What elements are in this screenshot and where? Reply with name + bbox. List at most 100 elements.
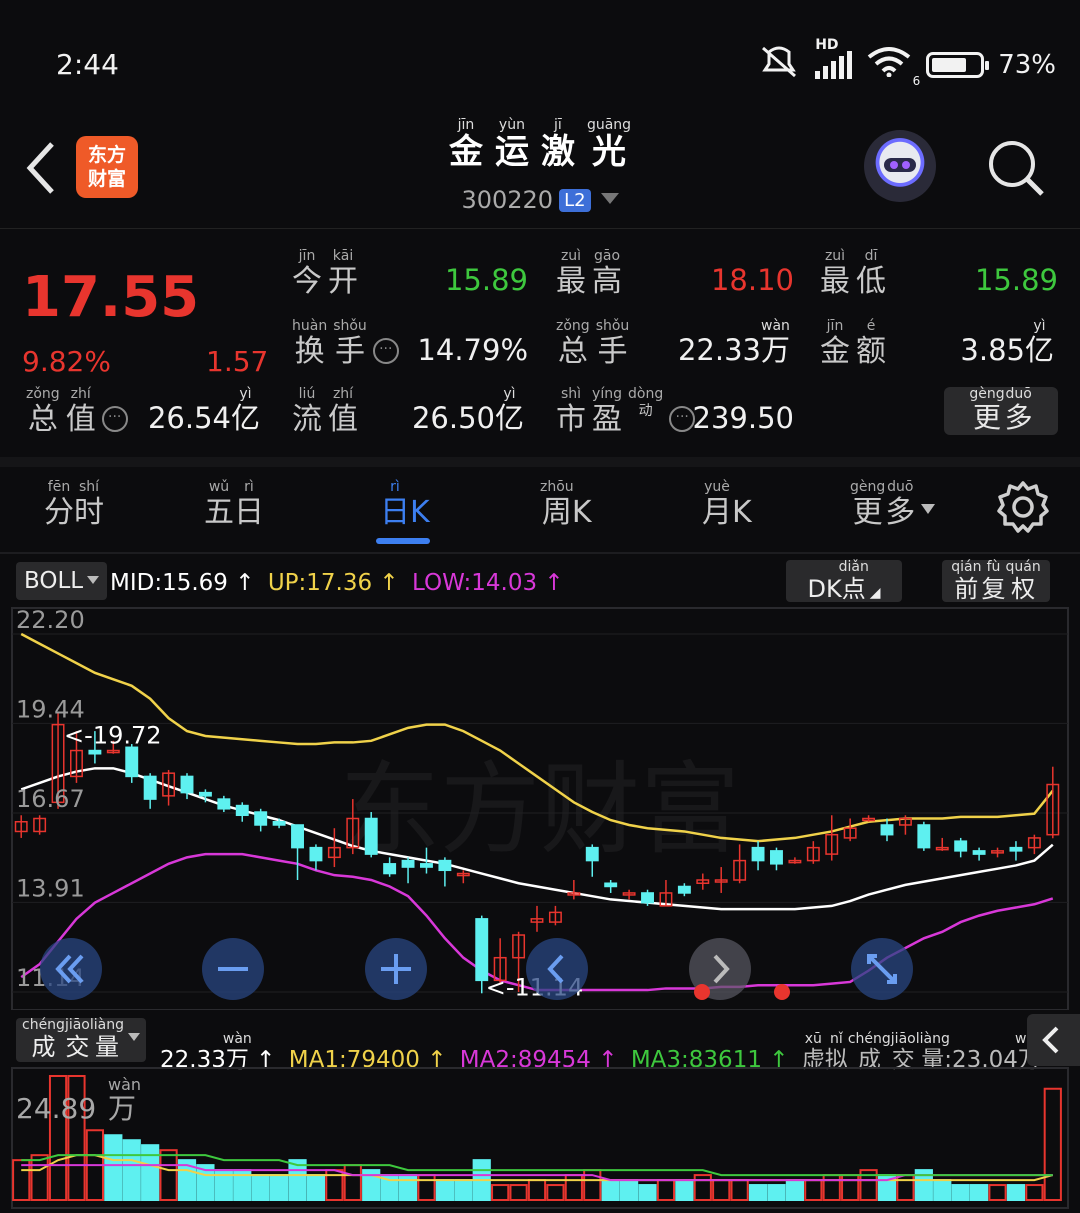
ruby-char: 市shì [556, 386, 586, 437]
reset-zoom-button[interactable] [851, 938, 913, 1000]
ruby-char: 低dī [856, 248, 886, 299]
tab-suffix: K [410, 495, 430, 530]
ruby-char: 亿yì [1024, 318, 1054, 367]
search-button[interactable] [986, 138, 1046, 198]
high-value: 18.10 [710, 263, 794, 297]
float-value: 26.50亿yì [412, 386, 524, 437]
assistant-robot-icon[interactable] [864, 130, 936, 202]
quote-panel: 17.55 9.82% 1.57 今jīn开kāi 15.89 最zuì高gāo… [0, 229, 1080, 467]
event-marker[interactable] [694, 984, 710, 1000]
ruby-char: 手shǒu [595, 318, 630, 369]
boll-up: UP:17.36 ↑ [267, 570, 399, 596]
volume-bar [417, 1174, 436, 1202]
minus-icon [218, 967, 248, 971]
volume-bar [1043, 1087, 1062, 1201]
amount-number: 3.85 [960, 333, 1025, 367]
volume-bar [896, 1174, 915, 1202]
gear-icon [997, 481, 1049, 533]
mktcap-label[interactable]: 总zǒng值zhí··· [26, 386, 128, 438]
candle-body [217, 798, 231, 810]
open-label: 今jīn开kāi [292, 248, 364, 300]
volume-label: 总zǒng手shǒu [556, 318, 635, 370]
ruby-char: 交jiāo [64, 1017, 90, 1061]
l2-badge: L2 [559, 189, 591, 212]
ruby-char: 权quán [1005, 559, 1041, 603]
event-marker[interactable] [774, 984, 790, 1000]
dropdown-arrow-icon [600, 193, 619, 204]
ruby-char: 前qián [951, 559, 982, 603]
volume-bar [141, 1144, 160, 1201]
volume-bar [656, 1179, 676, 1201]
tab-suffix: K [571, 495, 592, 530]
candle-body [770, 850, 783, 865]
scroll-left-button[interactable] [526, 938, 588, 1000]
pe-label[interactable]: 市shì盈yíng动dòng··· [556, 386, 696, 438]
y-tick-label: 16.67 [16, 785, 85, 813]
volume-chart[interactable]: 24.89 万 wàn [0, 1066, 1080, 1209]
tab-daily-k[interactable]: 日rìK [380, 479, 430, 531]
dropdown-arrow-icon [921, 504, 936, 514]
adjust-mode-button[interactable]: 前qián复fù权quán [942, 559, 1050, 603]
ruby-char: 五wǔ [204, 479, 234, 530]
volume-bar [546, 1184, 565, 1201]
tab-monthly-k[interactable]: 月yuèK [702, 479, 752, 531]
tab-weekly-k[interactable]: 周zhōuK [540, 479, 592, 531]
tab-more[interactable]: 更gèng多duō [850, 479, 936, 531]
amount-label: 金jīn额é [820, 318, 892, 370]
ruby-char: 总zǒng [26, 386, 60, 437]
ruby-char: 今jīn [292, 248, 322, 299]
boll-low: LOW:14.03 ↑ [412, 570, 564, 596]
more-dots-icon: ··· [669, 406, 696, 432]
ruby-char: 分fēn [44, 479, 74, 530]
ruby-char: 复fù [981, 559, 1006, 603]
indicator-select[interactable]: BOLL [16, 562, 108, 600]
mktcap-value: 26.54亿yì [147, 386, 260, 437]
volume-bar [251, 1174, 270, 1202]
ruby-char: 金jīn [448, 117, 483, 172]
status-time: 2:44 [56, 48, 119, 81]
settings-button[interactable] [996, 480, 1050, 534]
ruby-char: 最zuì [820, 248, 850, 299]
candle-body [88, 749, 102, 755]
kline-chart[interactable]: 东方财富 22.2019.4416.6713.9111.14<-19.72<-1… [0, 604, 1080, 1011]
candle-body [401, 859, 415, 868]
volume-bar [601, 1179, 620, 1201]
turnover-label[interactable]: 换huàn手shǒu··· [292, 318, 399, 370]
volume-indicator-select[interactable]: 成chéng交jiāo量liàng [16, 1017, 147, 1062]
candle-body [143, 775, 157, 800]
volume-bar [693, 1174, 712, 1202]
stock-code: 300220 [461, 186, 554, 214]
volume-bar [343, 1164, 362, 1201]
more-quote-button[interactable]: 更gèng多duō [944, 386, 1058, 435]
high-annotation: <-19.72 [64, 722, 161, 750]
mktcap-number: 26.54 [147, 401, 231, 435]
candle-body [272, 820, 286, 826]
candle-body [383, 863, 397, 875]
network-type: HD [815, 36, 839, 53]
candle-body [291, 824, 304, 849]
tab-five-day[interactable]: 五wǔ日rì [204, 479, 264, 531]
candle-body [235, 804, 249, 817]
dk-point-button[interactable]: DK点diǎn◢ [786, 559, 902, 603]
volume-number: 22.33 [677, 333, 761, 367]
collapse-panel-button[interactable] [1027, 1014, 1080, 1066]
zoom-out-button[interactable] [202, 938, 264, 1000]
candle-body [1009, 846, 1023, 852]
candle-body [438, 859, 452, 872]
ruby-char: 运yùn [494, 117, 529, 172]
volume-bar [435, 1179, 454, 1201]
ruby-char: 流liú [292, 386, 322, 437]
ruby-char: 最zuì [556, 248, 586, 299]
candle-body [917, 824, 931, 849]
ruby-char: 动dòng [628, 386, 664, 419]
volume-bar [822, 1174, 841, 1202]
tab-intraday[interactable]: 分fēn时shí [44, 479, 104, 531]
y-tick-label: 22.20 [16, 606, 85, 634]
battery-icon [926, 51, 990, 78]
volume-bar [767, 1184, 786, 1201]
scroll-left-fast-button[interactable] [40, 938, 102, 1000]
zoom-in-button[interactable] [365, 938, 427, 1000]
amount-value: 3.85亿yì [960, 318, 1054, 369]
pe-dynamic-mark: 动dòng [628, 386, 669, 419]
active-tab-indicator [376, 538, 430, 544]
